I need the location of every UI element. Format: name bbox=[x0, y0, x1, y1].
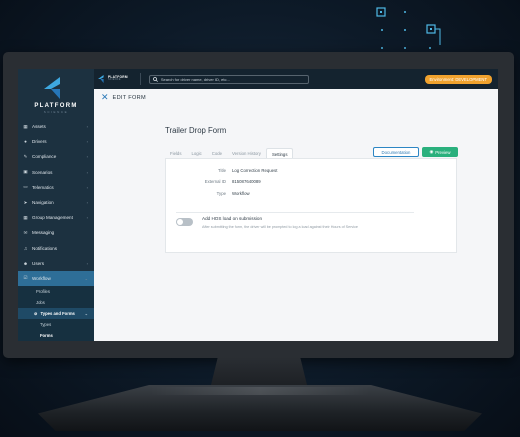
tab-version-history[interactable]: Version History bbox=[227, 148, 266, 158]
sidebar-item-label: Compliance bbox=[32, 154, 57, 160]
sidebar-item-navigation[interactable]: ➤ Navigation › bbox=[18, 195, 94, 210]
workflow-icon: ☑ bbox=[23, 275, 28, 281]
users-icon: ☻ bbox=[23, 260, 28, 266]
monitor-neck bbox=[210, 357, 308, 389]
brand-title: PLATFORM bbox=[34, 103, 78, 109]
sidebar-subitem-jobs[interactable]: Jobs bbox=[18, 297, 94, 309]
chevron-right-icon: › bbox=[86, 184, 88, 190]
platform-logo-icon bbox=[44, 77, 60, 99]
sidebar-subitem-forms[interactable]: Forms bbox=[18, 330, 94, 341]
sidebar-item-compliance[interactable]: ✎ Compliance › bbox=[18, 149, 94, 164]
sidebar-item-label: Navigation bbox=[32, 200, 54, 206]
compliance-icon: ✎ bbox=[23, 153, 28, 159]
sidebar-item-drivers[interactable]: ● Drivers › bbox=[18, 134, 94, 149]
sidebar-item-label: Messaging bbox=[32, 230, 55, 236]
close-icon[interactable]: ✕ bbox=[101, 93, 109, 102]
platform-logo-icon bbox=[98, 75, 104, 83]
chevron-down-icon: ⌄ bbox=[84, 311, 88, 317]
chevron-right-icon: › bbox=[86, 154, 88, 160]
title-value: Log Correction Request bbox=[232, 168, 278, 173]
sidebar-item-label: Assets bbox=[32, 124, 46, 130]
sidebar-item-notifications[interactable]: ♫ Notifications bbox=[18, 241, 94, 256]
settings-panel: Title Log Correction Request External ID… bbox=[165, 158, 457, 253]
documentation-button[interactable]: Documentation bbox=[373, 147, 419, 157]
environment-badge: Environment: DEVELOPMENT bbox=[424, 74, 492, 84]
sidebar-item-label: Telematics bbox=[32, 184, 54, 190]
chevron-right-icon: › bbox=[86, 169, 88, 175]
page-header: ✕ EDIT FORM bbox=[101, 93, 146, 102]
topbar-logo-sub: SCIENCE bbox=[108, 78, 121, 82]
assets-icon: ▦ bbox=[23, 123, 28, 129]
sidebar-item-messaging[interactable]: ✉ Messaging bbox=[18, 225, 94, 240]
form-editor: Trailer Drop Form Fields Logic Code Vers… bbox=[160, 120, 458, 276]
form-title: Trailer Drop Form bbox=[165, 126, 227, 135]
main-content: ✕ EDIT FORM Trailer Drop Form Fields Log… bbox=[94, 89, 498, 341]
sidebar-item-label: Workflow bbox=[32, 275, 51, 281]
sidebar-brand[interactable]: PLATFORM SCIENCE bbox=[18, 69, 94, 119]
sidebar-item-scenarios[interactable]: ▣ Scenarios › bbox=[18, 165, 94, 180]
sidebar-item-workflow[interactable]: ☑ Workflow ⌄ bbox=[18, 270, 94, 287]
sidebar-item-label: Notifications bbox=[32, 245, 58, 251]
hos-load-description: After submitting the form, the driver wi… bbox=[202, 225, 358, 229]
sidebar-item-label: Scenarios bbox=[32, 169, 53, 175]
monitor-bezel: PLATFORM SCIENCE Search for driver name,… bbox=[3, 52, 514, 358]
tab-logic[interactable]: Logic bbox=[186, 148, 206, 158]
topbar-divider bbox=[139, 73, 141, 85]
sidebar-item-users[interactable]: ☻ Users › bbox=[18, 256, 94, 271]
sidebar-item-group-management[interactable]: ▦ Group Management › bbox=[18, 210, 94, 225]
drivers-icon: ● bbox=[24, 139, 27, 145]
title-label: Title bbox=[218, 168, 226, 173]
brand-subtitle: SCIENCE bbox=[43, 110, 69, 114]
sidebar-subitem-label: Types and Forms bbox=[40, 311, 75, 317]
circuit-decoration bbox=[376, 7, 441, 49]
app-screen: PLATFORM SCIENCE Search for driver name,… bbox=[18, 69, 498, 341]
form-tabs: Fields Logic Code Version History Settin… bbox=[165, 148, 294, 158]
divider bbox=[176, 212, 414, 213]
topbar-logo[interactable]: PLATFORM SCIENCE bbox=[98, 75, 128, 83]
sidebar-item-telematics[interactable]: ▭ Telematics › bbox=[18, 180, 94, 195]
chevron-down-icon: ⌄ bbox=[84, 275, 88, 281]
preview-label: Preview bbox=[435, 149, 451, 155]
tab-fields[interactable]: Fields bbox=[165, 148, 186, 158]
search-input[interactable]: Search for driver name, driver ID, etc..… bbox=[148, 74, 309, 84]
type-label: Type bbox=[216, 191, 226, 196]
search-placeholder: Search for driver name, driver ID, etc..… bbox=[160, 76, 230, 82]
external-id-label: External ID bbox=[204, 179, 226, 184]
messaging-icon: ✉ bbox=[23, 229, 28, 235]
eye-icon: ◉ bbox=[429, 149, 434, 154]
notifications-icon: ♫ bbox=[23, 245, 28, 251]
sidebar-item-label: Group Management bbox=[32, 215, 73, 221]
toggle-knob bbox=[177, 219, 183, 225]
sidebar-item-assets[interactable]: ▦ Assets › bbox=[18, 119, 94, 134]
chevron-right-icon: › bbox=[86, 200, 88, 206]
sidebar-subitem-profiles[interactable]: Profiles bbox=[18, 286, 94, 298]
type-value: Workflow bbox=[232, 191, 250, 196]
chevron-right-icon: › bbox=[86, 124, 88, 130]
stand-highlight bbox=[150, 387, 370, 395]
external-id-value: 815087640089 bbox=[232, 179, 261, 184]
sidebar: PLATFORM SCIENCE ▦ Assets › ● Drivers › … bbox=[18, 69, 94, 341]
types-forms-icon: ⊘ bbox=[34, 311, 38, 317]
chevron-right-icon: › bbox=[86, 215, 88, 221]
page-title: EDIT FORM bbox=[112, 94, 146, 101]
navigation-icon: ➤ bbox=[23, 199, 28, 205]
sidebar-item-label: Users bbox=[32, 260, 44, 266]
sidebar-subitem-types-and-forms[interactable]: ⊘ Types and Forms ⌄ bbox=[18, 308, 94, 320]
tab-settings[interactable]: Settings bbox=[265, 148, 294, 158]
sidebar-subitem-types[interactable]: Types bbox=[18, 319, 94, 331]
chevron-right-icon: › bbox=[86, 139, 88, 145]
telematics-icon: ▭ bbox=[23, 184, 28, 190]
chevron-right-icon: › bbox=[86, 260, 88, 266]
group-management-icon: ▦ bbox=[23, 214, 28, 220]
hos-load-label: Add HOS load on submission bbox=[202, 216, 263, 221]
hos-load-toggle[interactable] bbox=[176, 218, 193, 226]
search-icon bbox=[153, 76, 158, 82]
preview-button[interactable]: ◉ Preview bbox=[422, 147, 458, 157]
tab-code[interactable]: Code bbox=[207, 148, 227, 158]
scenarios-icon: ▣ bbox=[23, 169, 28, 175]
sidebar-item-label: Drivers bbox=[32, 139, 47, 145]
